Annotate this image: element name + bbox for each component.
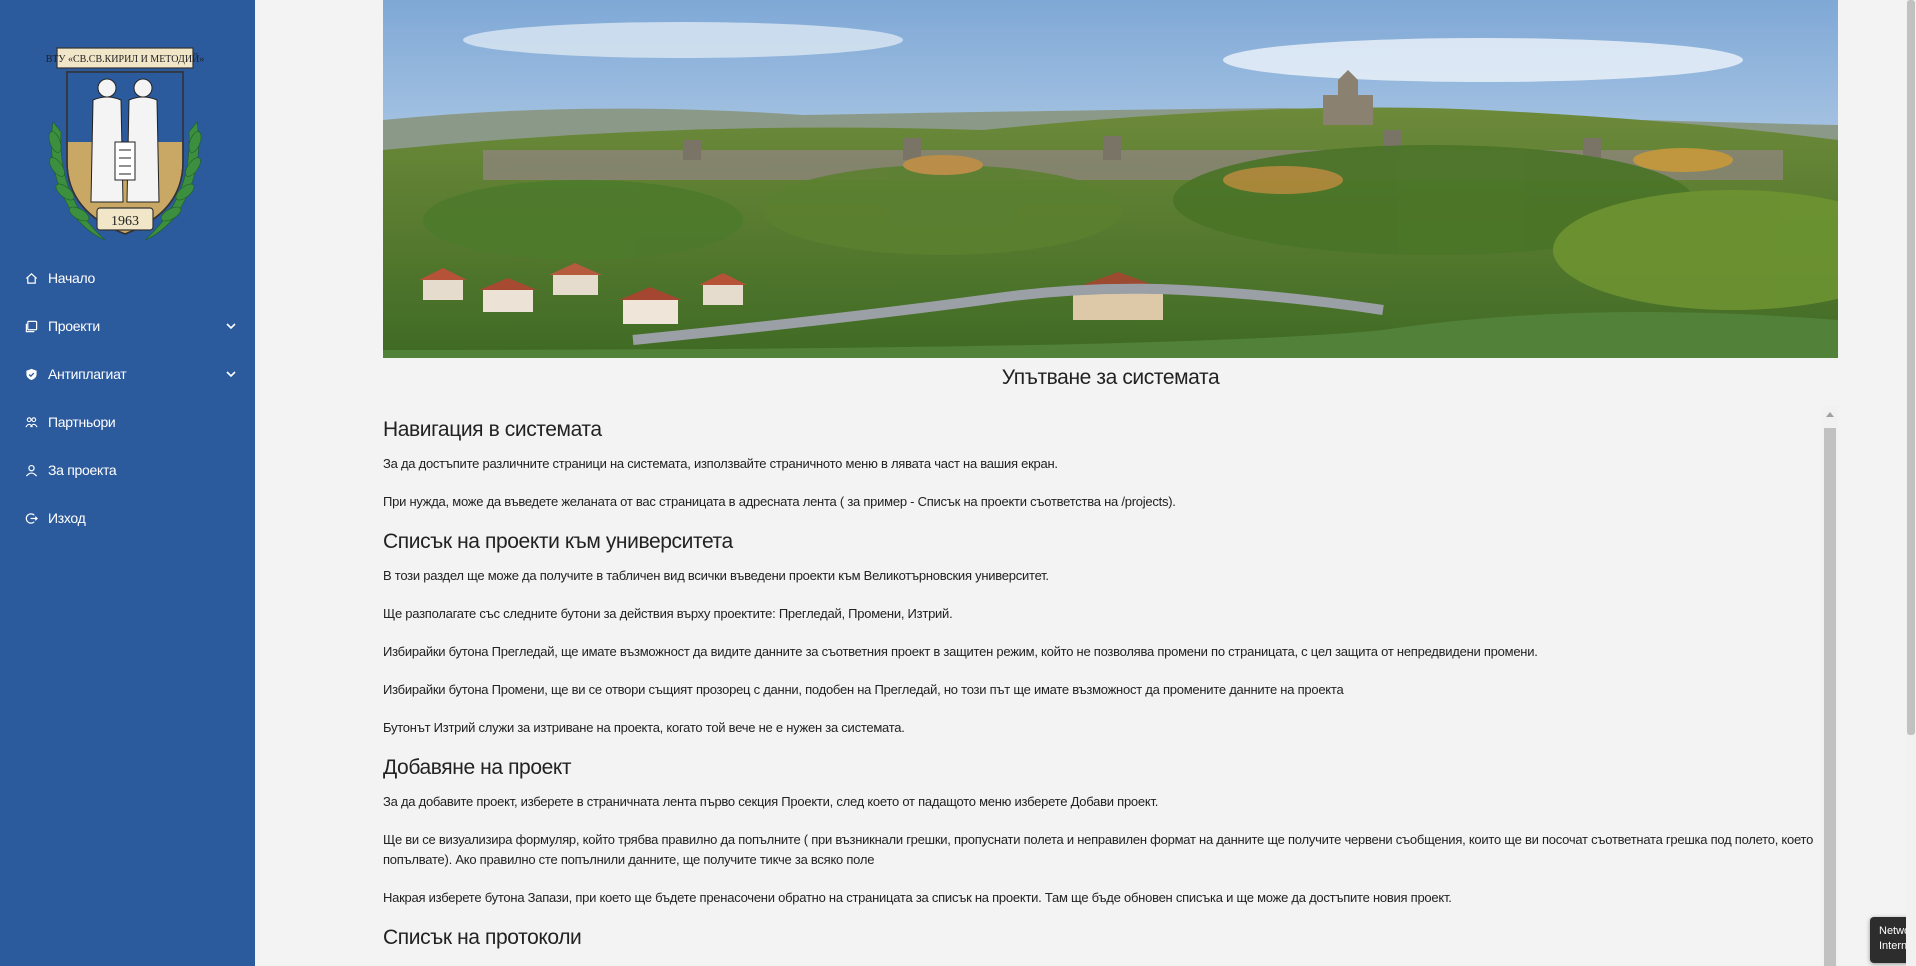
content-scrollbar-thumb[interactable]: [1824, 428, 1836, 966]
section-paragraph: За да достъпите различните страници на с…: [383, 456, 1058, 471]
sidebar-item-logout[interactable]: Изход: [0, 494, 255, 542]
section-paragraph: Бутонът Изтрий служи за изтриване на про…: [383, 720, 905, 735]
section-paragraph: Избирайки бутона Промени, ще ви се отвор…: [383, 682, 1344, 697]
sidebar-item-home[interactable]: Начало: [0, 254, 255, 302]
section-paragraph: За да добавите проект, изберете в страни…: [383, 794, 1159, 809]
sidebar-item-label: Проекти: [48, 318, 100, 334]
scroll-up-arrow-icon[interactable]: [1826, 412, 1834, 417]
page-title: Упътване за системата: [1001, 366, 1220, 389]
content-scrollbar[interactable]: [1822, 406, 1838, 966]
hero-image: [383, 0, 1838, 358]
help-content-inner: Навигация в системата За да достъпите ра…: [383, 406, 1819, 950]
section-paragraph: Накрая изберете бутона Запази, при което…: [383, 890, 1452, 905]
sidebar-item-partners[interactable]: Партньори: [0, 398, 255, 446]
sidebar-item-label: Начало: [48, 270, 95, 286]
svg-text:ВТУ «СВ.СВ.КИРИЛ И МЕТОДИЙ»: ВТУ «СВ.СВ.КИРИЛ И МЕТОДИЙ»: [46, 53, 205, 65]
shield-icon: [24, 367, 38, 381]
help-content: Навигация в системата За да достъпите ра…: [383, 406, 1838, 966]
sidebar-item-label: Партньори: [48, 414, 116, 430]
section-heading: Навигация в системата: [383, 418, 602, 441]
partners-icon: [24, 415, 38, 429]
section-heading: Списък на проекти към университета: [383, 530, 733, 553]
sidebar-item-about[interactable]: За проекта: [0, 446, 255, 494]
page-scrollbar-thumb[interactable]: [1907, 0, 1915, 735]
sidebar-item-label: Антиплагиат: [48, 366, 127, 382]
sidebar-item-label: Изход: [48, 510, 86, 526]
section-paragraph: При нужда, може да въведете желаната от …: [383, 494, 1176, 509]
projects-icon: [24, 319, 38, 333]
section-heading: Списък на протоколи: [383, 926, 582, 949]
sidebar-item-projects[interactable]: Проекти: [0, 302, 255, 350]
section-heading: Добавяне на проект: [383, 756, 572, 779]
main-content: Упътване за системата Навигация в систем…: [255, 0, 1916, 966]
section-paragraph: Избирайки бутона Прегледай, ще имате въз…: [383, 644, 1538, 659]
page-scrollbar[interactable]: [1906, 0, 1916, 966]
home-icon: [24, 271, 38, 285]
university-logo: ВТУ «СВ.СВ.КИРИЛ И МЕТОДИЙ» 1963: [45, 42, 205, 250]
section-paragraph: Ще ви се визуализира формуляр, който тря…: [383, 832, 1814, 867]
sidebar-nav: Начало Проекти Антиплагиат Партньори За …: [0, 254, 255, 542]
sidebar: ВТУ «СВ.СВ.КИРИЛ И МЕТОДИЙ» 1963 Начало …: [0, 0, 255, 966]
section-paragraph: В този раздел ще може да получите в табл…: [383, 568, 1049, 583]
chevron-down-icon[interactable]: [225, 367, 237, 379]
section-paragraph: Ще разполагате със следните бутони за де…: [383, 606, 953, 621]
chevron-down-icon[interactable]: [225, 319, 237, 331]
sidebar-item-label: За проекта: [48, 462, 117, 478]
logo-year: 1963: [111, 214, 139, 229]
user-icon: [24, 463, 38, 477]
logout-icon: [24, 511, 38, 525]
sidebar-item-antiplagiarism[interactable]: Антиплагиат: [0, 350, 255, 398]
